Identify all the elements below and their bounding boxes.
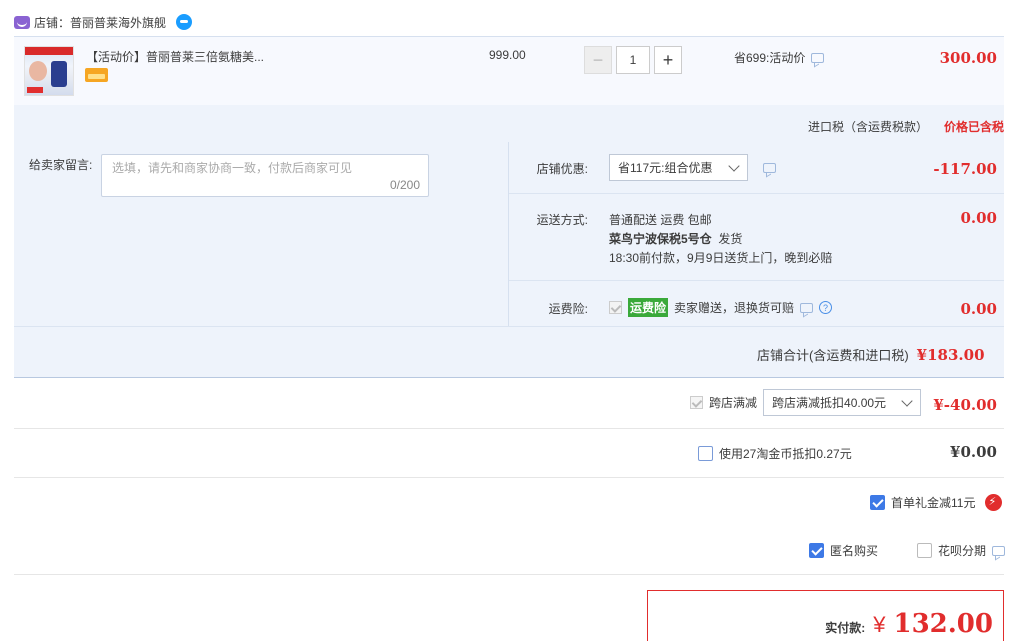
shipping-details: 普通配送 运费 包邮 菜鸟宁波保税5号仓 发货 18:30前付款，9月9日送货上… [609,211,832,268]
store-total-value: ¥183.00 [916,346,985,364]
coupon-selected: 省117元:组合优惠 [618,161,713,175]
comment-icon[interactable] [811,52,825,63]
shipping-warehouse: 菜鸟宁波保税5号仓 [609,232,712,246]
shipping-label: 运送方式: [536,213,588,227]
cross-store-checkbox [690,396,703,409]
store-header: 店铺：普丽普莱海外旗舰 [14,10,193,34]
shipping-value: 0.00 [960,209,997,227]
first-order-row: 首单礼金减11元 [870,494,1003,511]
cross-store-select[interactable]: 跨店满减抵扣40.00元 [763,389,922,416]
help-icon[interactable]: ? [819,301,833,314]
unit-price: 999.00 [489,48,526,62]
first-order-checkbox[interactable] [870,495,885,510]
separator [14,428,1004,429]
promo-text: 省699:活动价 [734,51,806,65]
anonymous-checkbox[interactable] [809,543,824,558]
currency-symbol: ¥ [873,612,886,637]
coins-label[interactable]: 使用27淘金币抵扣0.27元 [719,445,852,462]
huabei-row: 花呗分期 [917,542,1006,559]
store-total: 店铺合计(含运费和进口税) ¥183.00 [757,345,985,364]
payment-box: 实付款: ¥ 132.00 [647,590,1004,641]
product-thumbnail[interactable] [24,46,74,96]
quantity-stepper: − 1 + [584,46,682,74]
separator [14,574,1004,575]
comment-icon[interactable] [763,163,776,173]
anonymous-row: 匿名购买 [809,542,878,559]
tax-status: 价格已含税 [944,120,1005,134]
insurance-label: 运费险: [548,302,588,316]
quantity-input[interactable]: 1 [616,46,650,74]
coupon-select[interactable]: 省117元:组合优惠 [609,154,748,181]
insurance-text: 卖家赠送，退换货可赔 [674,301,795,315]
decrease-button[interactable]: − [584,46,612,74]
store-total-label: 店铺合计(含运费和进口税) [757,348,909,363]
first-order-label[interactable]: 首单礼金减11元 [891,494,975,511]
comment-icon[interactable] [800,302,814,313]
insurance-row: 运费险 卖家赠送，退换货可赔 ? [609,298,833,317]
section-divider [508,142,509,327]
coupon-label: 店铺优惠: [536,162,588,176]
card-icon [85,68,108,82]
coins-row: 使用27淘金币抵扣0.27元 [698,445,852,462]
message-char-count: 0/200 [389,178,420,192]
tax-label: 进口税（含运费税款） [808,120,929,134]
cross-store-label: 跨店满减 [709,396,758,410]
separator [14,477,1004,478]
shipping-eta: 18:30前付款，9月9日送货上门，晚到必赔 [609,251,833,265]
chat-wangwang-icon[interactable] [176,14,193,30]
item-promo: 省699:活动价 [734,49,825,66]
shipping-line1: 普通配送 运费 包邮 [609,213,712,227]
payment-total: 132.00 [893,609,993,639]
payment-label: 实付款: [825,621,866,635]
coins-value: ¥0.00 [950,443,997,461]
cross-store-selected: 跨店满减抵扣40.00元 [772,396,887,410]
separator [509,280,1004,281]
cross-store-value: ¥-40.00 [933,396,997,414]
increase-button[interactable]: + [654,46,682,74]
insurance-checkbox [609,301,622,314]
comment-icon[interactable] [992,545,1006,556]
coins-checkbox[interactable] [698,446,713,461]
lightning-icon [985,494,1003,511]
tax-row: 进口税（含运费税款） 价格已含税 [808,118,1004,135]
message-input[interactable] [112,161,412,175]
chevron-down-icon [728,160,740,172]
insurance-badge: 运费险 [628,298,669,317]
message-field[interactable]: 0/200 [101,154,429,197]
huabei-checkbox[interactable] [917,543,932,558]
cross-store-row: 跨店满减 跨店满减抵扣40.00元 [690,389,922,416]
separator [509,193,1004,194]
message-label: 给卖家留言: [29,158,93,172]
product-title[interactable]: 【活动价】普丽普莱三倍氨糖美... [86,48,264,65]
store-name[interactable]: 店铺：普丽普莱海外旗舰 [34,14,166,31]
anonymous-label[interactable]: 匿名购买 [830,542,878,559]
item-subtotal: 300.00 [939,49,997,67]
separator [14,326,1004,327]
huabei-label[interactable]: 花呗分期 [938,542,986,559]
shop-icon [14,15,30,29]
coupon-value: -117.00 [933,160,997,178]
shipping-dispatch: 发货 [718,232,743,246]
insurance-value: 0.00 [960,300,997,318]
